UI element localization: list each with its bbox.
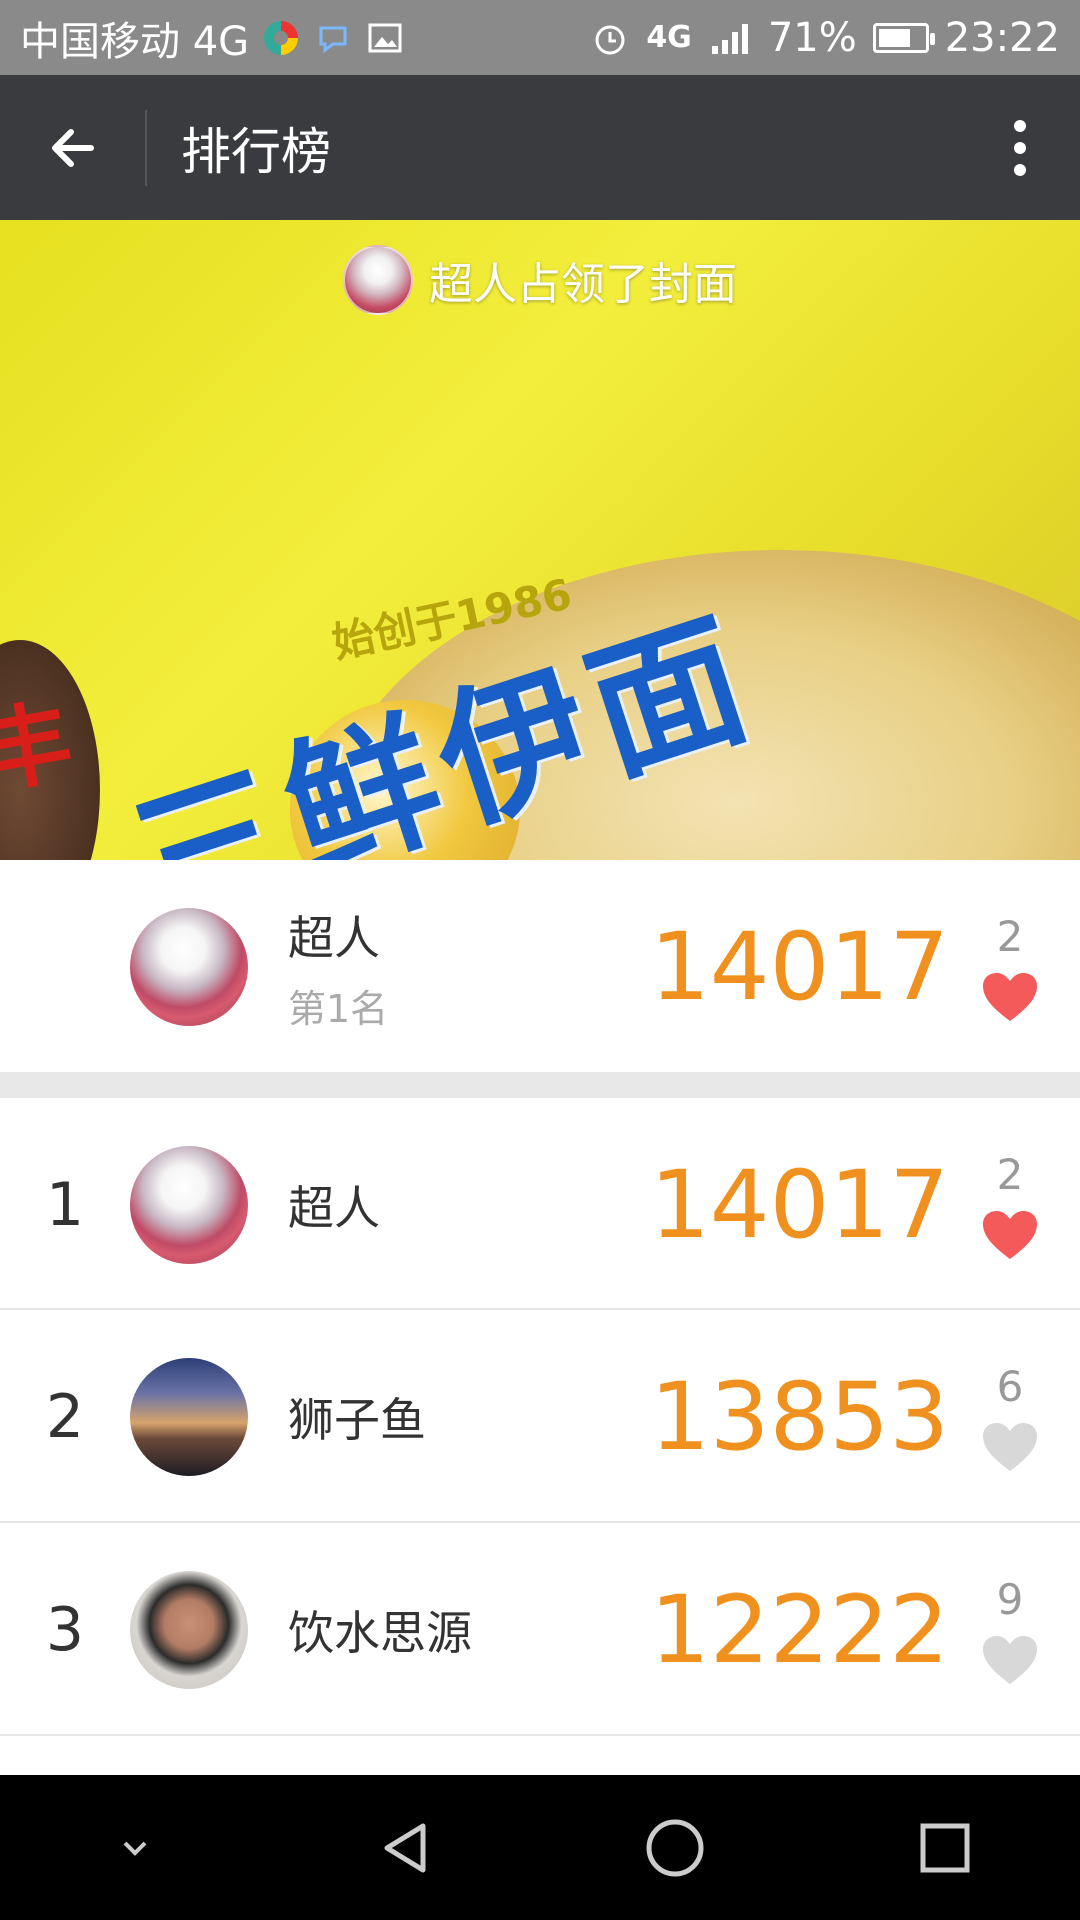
my-name-block: 超人 第1名 [288, 902, 388, 1033]
row-divider [0, 1308, 1080, 1310]
rank-number: 3 [45, 1595, 85, 1665]
back-button[interactable] [0, 75, 145, 220]
nav-back-button[interactable] [345, 1788, 465, 1908]
cover-caption: 超人占领了封面 [0, 245, 1080, 315]
heart-outline-icon [983, 1422, 1037, 1471]
my-like-button[interactable]: 2 [940, 912, 1080, 1023]
cover-owner-avatar [343, 245, 413, 315]
status-left: 中国移动 4G [20, 9, 405, 67]
player-name: 狮子鱼 [288, 1393, 426, 1447]
image-notification-icon [365, 18, 405, 58]
my-rank-row[interactable]: 超人 第1名 14017 2 [0, 862, 1080, 1072]
like-count: 6 [996, 1361, 1024, 1411]
status-bar: 中国移动 4G 4G 71% 23:22 [0, 0, 1080, 75]
square-recents-icon [920, 1823, 970, 1872]
like-count: 9 [996, 1574, 1024, 1624]
cover-image[interactable]: 始创于1986 丰 三鲜伊面 [0, 220, 1080, 860]
battery-percent: 71% [767, 14, 857, 61]
heart-filled-icon [983, 1210, 1037, 1259]
hide-nav-button[interactable] [75, 1788, 195, 1908]
list-item[interactable]: 2 狮子鱼 13853 6 [0, 1312, 1080, 1522]
player-score: 13853 [650, 1362, 950, 1472]
circle-home-icon [646, 1819, 704, 1876]
section-separator [0, 1072, 1080, 1098]
rank-number: 1 [45, 1170, 85, 1240]
player-name: 超人 [288, 1181, 380, 1235]
heart-outline-icon [983, 1635, 1037, 1684]
list-item[interactable]: 1 超人 14017 2 [0, 1100, 1080, 1310]
row-divider [0, 1521, 1080, 1523]
signal-icon [708, 18, 752, 58]
like-count: 2 [996, 1149, 1024, 1199]
app-toolbar: 排行榜 [0, 75, 1080, 220]
my-rank-text: 第1名 [288, 986, 389, 1031]
like-button[interactable]: 2 [940, 1150, 1080, 1261]
chat-notification-icon [313, 18, 353, 58]
battery-icon [872, 22, 935, 53]
carrier-label: 中国移动 4G [20, 18, 250, 65]
cover-caption-text: 超人占领了封面 [429, 259, 737, 310]
player-score: 12222 [650, 1575, 950, 1685]
clock: 23:22 [944, 14, 1060, 61]
toolbar-divider [145, 109, 147, 186]
avatar [130, 1358, 248, 1476]
back-arrow-icon [51, 128, 94, 167]
more-options-button[interactable] [960, 75, 1080, 220]
rank-number: 2 [45, 1382, 85, 1452]
avatar [130, 908, 248, 1026]
nav-home-button[interactable] [615, 1788, 735, 1908]
chevron-down-icon [123, 1841, 147, 1856]
status-right: 4G 71% 23:22 [590, 15, 1060, 61]
list-item[interactable]: 3 饮水思源 12222 9 [0, 1525, 1080, 1735]
my-score: 14017 [650, 912, 950, 1022]
more-vertical-icon [1014, 119, 1026, 176]
like-button[interactable]: 6 [940, 1362, 1080, 1473]
page-title: 排行榜 [181, 122, 331, 181]
player-name: 饮水思源 [288, 1606, 472, 1660]
avatar [130, 1146, 248, 1264]
avatar [130, 1571, 248, 1689]
heart-filled-icon [983, 972, 1037, 1021]
my-name: 超人 [288, 910, 380, 965]
app-notification-icon [261, 18, 301, 58]
nav-recents-button[interactable] [885, 1788, 1005, 1908]
alarm-icon [590, 18, 630, 58]
like-count: 2 [996, 911, 1024, 961]
like-button[interactable]: 9 [940, 1575, 1080, 1686]
row-divider [0, 1734, 1080, 1736]
network-type-label: 4G [646, 20, 692, 55]
triangle-back-icon [384, 1823, 426, 1872]
system-nav-bar [0, 1775, 1080, 1920]
player-score: 14017 [650, 1150, 950, 1260]
